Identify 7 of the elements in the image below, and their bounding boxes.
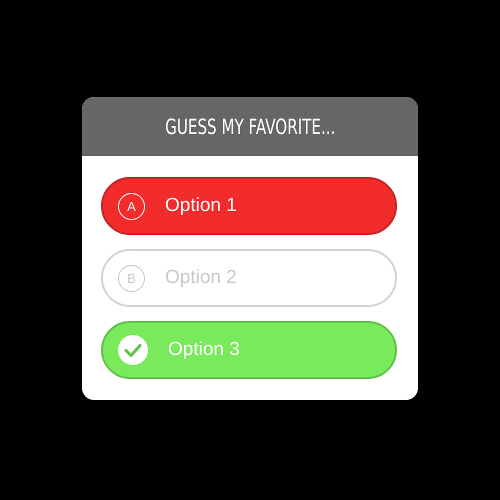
option-label: Option 3 [168, 339, 240, 361]
answer-option[interactable]: Option 3 [101, 321, 397, 379]
answer-option[interactable]: A Option 1 [101, 177, 397, 235]
option-label: Option 1 [165, 195, 237, 217]
check-icon [118, 335, 148, 365]
card-title: GUESS MY FAVORITE... [164, 114, 336, 138]
option-letter: A [118, 192, 145, 220]
